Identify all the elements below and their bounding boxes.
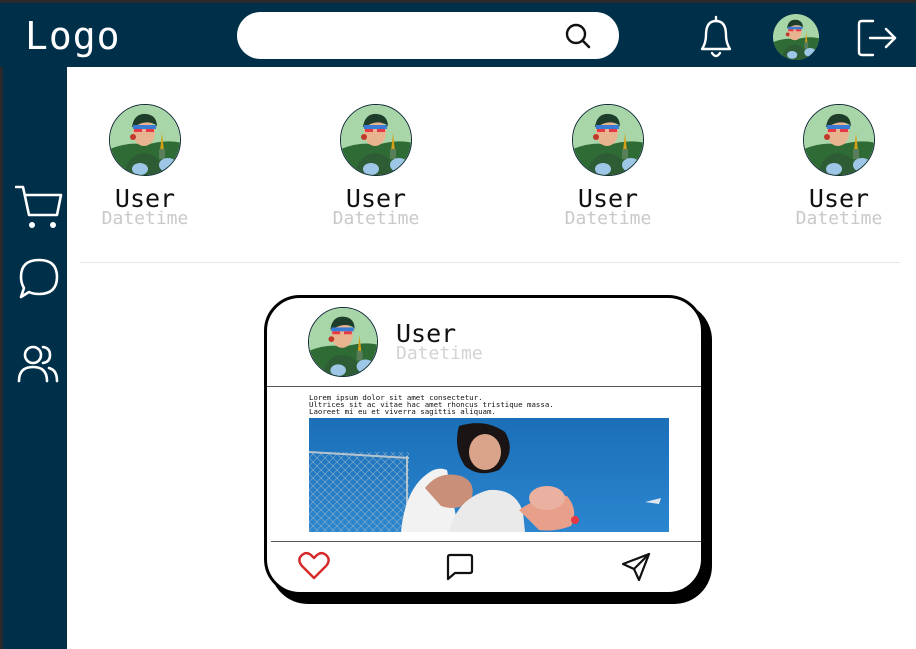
story-avatar xyxy=(803,104,875,176)
post-datetime: Datetime xyxy=(396,343,483,364)
post-card: User Datetime Lorem ipsum dolor sit amet… xyxy=(264,295,704,595)
cart-icon[interactable] xyxy=(15,182,63,232)
post-photo xyxy=(309,418,669,532)
sidebar xyxy=(0,67,67,649)
search-icon[interactable] xyxy=(563,21,593,51)
comment-icon[interactable] xyxy=(445,552,475,582)
heart-icon[interactable] xyxy=(298,551,330,581)
search-bar xyxy=(237,12,619,59)
story-item[interactable]: User Datetime xyxy=(548,104,668,234)
avatar[interactable] xyxy=(773,14,819,60)
story-item[interactable]: User Datetime xyxy=(85,104,205,234)
story-datetime: Datetime xyxy=(795,208,883,229)
story-item[interactable]: User Datetime xyxy=(779,104,899,234)
avatar-image xyxy=(110,105,180,175)
send-icon[interactable] xyxy=(620,551,652,583)
logo[interactable]: Logo xyxy=(25,13,121,59)
story-datetime: Datetime xyxy=(564,208,652,229)
top-bar: Logo xyxy=(0,0,916,67)
users-icon[interactable] xyxy=(17,343,59,383)
chat-bubble-icon[interactable] xyxy=(18,257,60,301)
post-text-line: Laoreet mi eu et viverra sagittis aliqua… xyxy=(309,407,496,416)
post-header-divider xyxy=(267,386,701,387)
avatar-image xyxy=(573,105,643,175)
avatar-image xyxy=(309,308,377,376)
logout-icon[interactable] xyxy=(855,16,899,60)
story-datetime: Datetime xyxy=(332,208,420,229)
avatar-image xyxy=(804,105,874,175)
post-image[interactable] xyxy=(309,418,669,532)
avatar-image xyxy=(773,14,819,60)
post-actions-divider xyxy=(271,541,701,542)
story-avatar xyxy=(340,104,412,176)
story-avatar xyxy=(109,104,181,176)
stories-divider xyxy=(80,262,900,263)
bell-icon[interactable] xyxy=(694,13,738,61)
post-text: Lorem ipsum dolor sit amet consectetur. … xyxy=(309,394,669,415)
search-input[interactable] xyxy=(257,20,561,52)
post-avatar[interactable] xyxy=(308,307,378,377)
story-avatar xyxy=(572,104,644,176)
story-item[interactable]: User Datetime xyxy=(316,104,436,234)
avatar-image xyxy=(341,105,411,175)
story-datetime: Datetime xyxy=(101,208,189,229)
